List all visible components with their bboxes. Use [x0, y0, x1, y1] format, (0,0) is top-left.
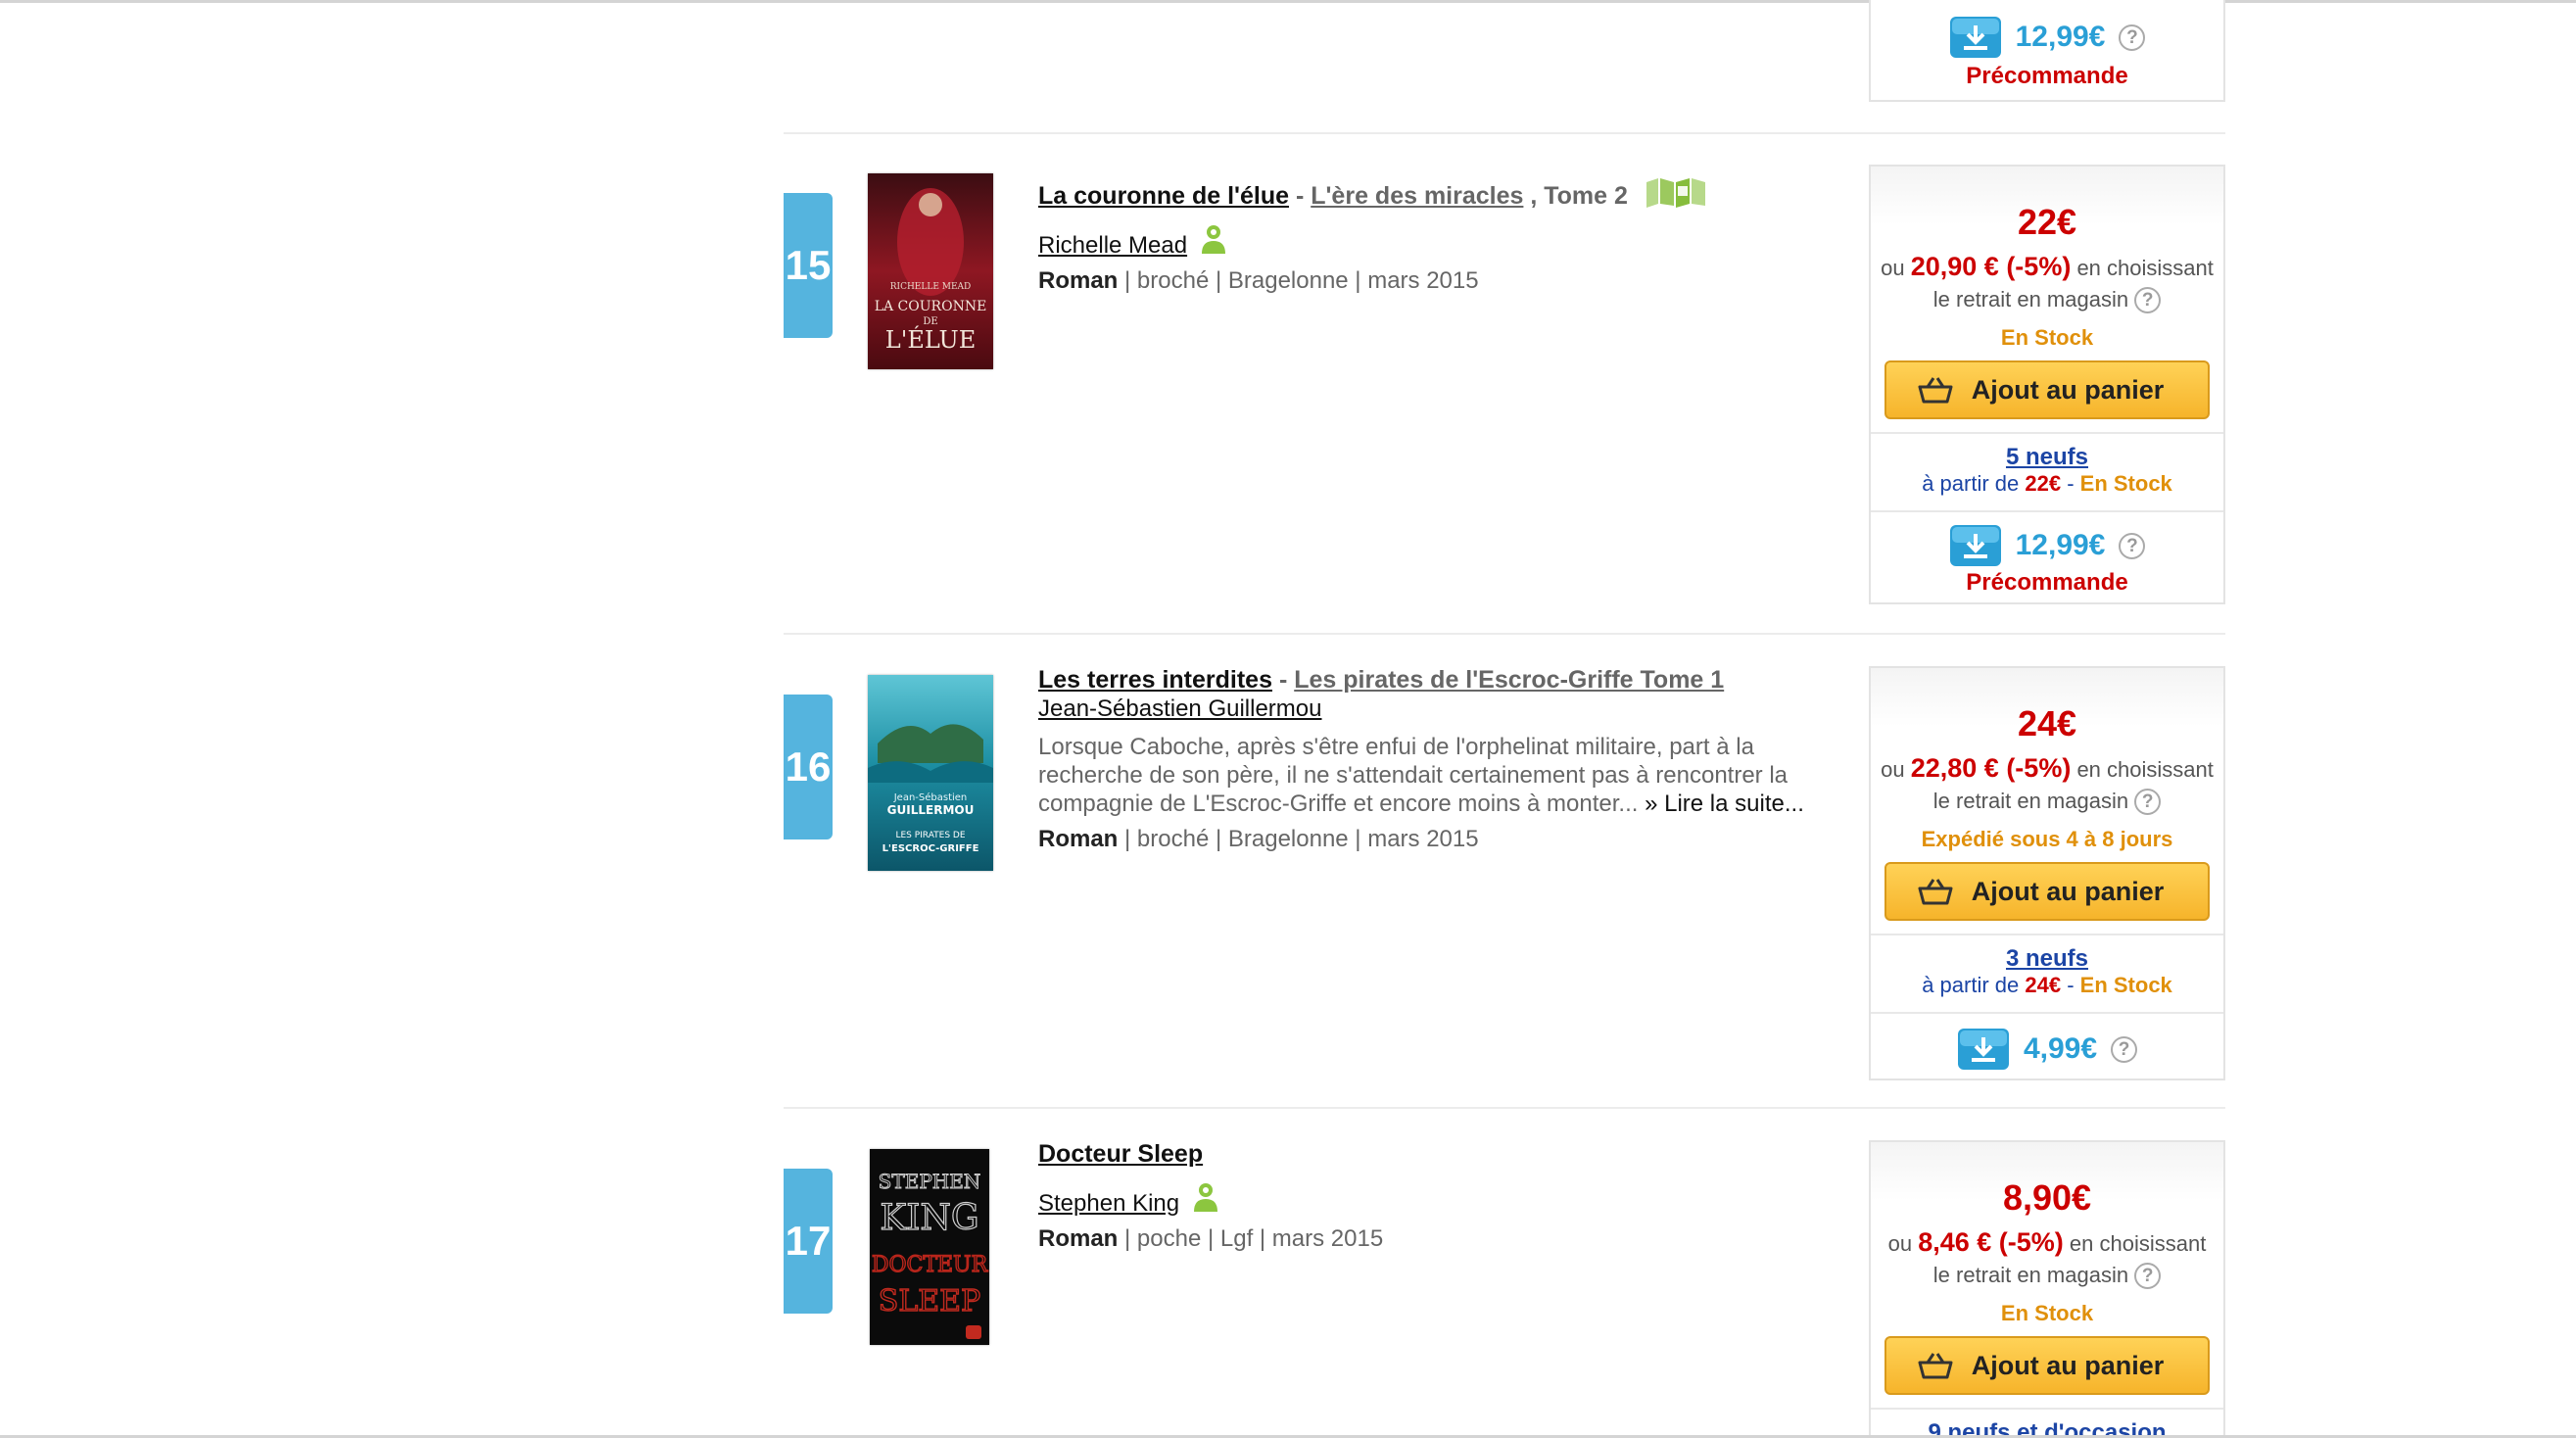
- ebook-section: 12,99€ ? Précommande: [1871, 510, 2223, 602]
- store-pickup-offer: ou 20,90 € (-5%) en choisissant le retra…: [1881, 252, 2214, 313]
- discount-price: 20,90 € (-5%): [1910, 252, 2072, 281]
- book-cover[interactable]: RICHELLE MEAD LA COURONNE DE L'ÉLUE: [868, 173, 993, 369]
- basket-icon: [1918, 377, 1953, 404]
- rank-badge: 16: [784, 695, 833, 839]
- help-icon[interactable]: ?: [2111, 1035, 2138, 1063]
- book-details: Roman | broché | Bragelonne | mars 2015: [1038, 267, 1802, 295]
- svg-text:L'ESCROC-GRIFFE: L'ESCROC-GRIFFE: [883, 843, 979, 854]
- book-info: Les terres interdites - Les pirates de l…: [1038, 664, 1822, 853]
- discount-price: 22,80 € (-5%): [1910, 753, 2072, 783]
- title-separator: -: [1289, 182, 1312, 210]
- item-separator: [784, 633, 2225, 635]
- help-icon[interactable]: ?: [2119, 24, 2146, 51]
- item-separator: [784, 132, 2225, 134]
- download-icon[interactable]: [1949, 16, 2002, 59]
- download-icon[interactable]: [1949, 524, 2002, 567]
- marketplace-offer: 5 neufs à partir de 22€ - En Stock: [1871, 432, 2223, 510]
- price: 24€: [2017, 703, 2077, 743]
- series-link[interactable]: Les pirates de l'Escroc-Griffe Tome 1: [1294, 666, 1724, 694]
- availability-label: En Stock: [2000, 325, 2094, 350]
- collection-badge-icon: [1646, 178, 1705, 208]
- from-price-text: à partir de 24€ - En Stock: [1922, 973, 2172, 997]
- from-price-text: à partir de 22€ - En Stock: [1922, 471, 2172, 496]
- rank-badge: 17: [784, 1169, 833, 1314]
- series-link[interactable]: L'ère des miracles: [1311, 182, 1523, 210]
- ebook-offer[interactable]: 4,99€ ?: [1871, 1028, 2223, 1071]
- author-link[interactable]: Jean-Sébastien Guillermou: [1038, 695, 1322, 723]
- book-title[interactable]: Les terres interdites: [1038, 666, 1272, 694]
- add-to-cart-button[interactable]: Ajout au panier: [1884, 862, 2210, 921]
- price: 22€: [2017, 202, 2077, 242]
- add-to-cart-button[interactable]: Ajout au panier: [1884, 360, 2210, 419]
- author-link[interactable]: Richelle Mead: [1038, 232, 1187, 260]
- author-link[interactable]: Stephen King: [1038, 1190, 1179, 1218]
- discount-price: 8,46 € (-5%): [1918, 1227, 2064, 1257]
- tome-label: , Tome 2: [1523, 182, 1628, 210]
- help-icon[interactable]: ?: [2134, 1263, 2162, 1289]
- ebook-offer[interactable]: 12,99€ ?: [1871, 524, 2223, 567]
- format-publisher-date: | poche | Lgf | mars 2015: [1118, 1225, 1384, 1252]
- help-icon[interactable]: ?: [2119, 532, 2146, 559]
- price: 8,90€: [2002, 1177, 2092, 1218]
- price-box: 24€ ou 22,80 € (-5%) en choisissant le r…: [1869, 666, 2225, 1080]
- svg-text:Jean-Sébastien: Jean-Sébastien: [893, 791, 968, 803]
- add-to-cart-button[interactable]: Ajout au panier: [1884, 1336, 2210, 1395]
- svg-text:SLEEP: SLEEP: [879, 1284, 980, 1318]
- book-details: Roman | poche | Lgf | mars 2015: [1038, 1225, 1802, 1253]
- preorder-label: Précommande: [1966, 63, 2128, 89]
- marketplace-offer: 3 neufs à partir de 24€ - En Stock: [1871, 934, 2223, 1012]
- new-offers-link[interactable]: 5 neufs: [1871, 444, 2223, 471]
- ebook-offer[interactable]: 12,99€ ?: [1871, 16, 2223, 59]
- genre-label: Roman: [1038, 826, 1119, 852]
- book-cover[interactable]: Jean-Sébastien GUILLERMOU LES PIRATES DE…: [868, 675, 993, 871]
- format-publisher-date: | broché | Bragelonne | mars 2015: [1118, 826, 1479, 852]
- svg-text:LA COURONNE: LA COURONNE: [875, 299, 987, 314]
- book-title[interactable]: La couronne de l'élue: [1038, 182, 1289, 210]
- ebook-price[interactable]: 12,99€: [2016, 21, 2106, 54]
- ebook-price[interactable]: 4,99€: [2024, 1032, 2097, 1066]
- book-title[interactable]: Docteur Sleep: [1038, 1140, 1203, 1168]
- download-icon[interactable]: [1957, 1028, 2010, 1071]
- availability-label: Expédié sous 4 à 8 jours: [1921, 827, 2173, 851]
- item-separator: [784, 1107, 2225, 1109]
- book-info: La couronne de l'élue - L'ère des miracl…: [1038, 176, 1802, 295]
- book-description: Lorsque Caboche, après s'être enfui de l…: [1038, 734, 1804, 817]
- read-more-link[interactable]: » Lire la suite...: [1638, 791, 1804, 817]
- preorder-label: Précommande: [1966, 569, 2128, 596]
- ebook-price[interactable]: 12,99€: [2016, 529, 2106, 562]
- store-pickup-offer: ou 8,46 € (-5%) en choisissant le retrai…: [1887, 1227, 2207, 1289]
- help-icon[interactable]: ?: [2134, 789, 2162, 815]
- svg-text:KING: KING: [880, 1198, 978, 1238]
- new-offers-link[interactable]: 3 neufs: [1871, 945, 2223, 973]
- marketplace-offer: 9 neufs et d'occasion: [1871, 1408, 2223, 1438]
- genre-label: Roman: [1038, 1225, 1119, 1252]
- svg-text:STEPHEN: STEPHEN: [879, 1170, 981, 1193]
- svg-text:LES PIRATES DE: LES PIRATES DE: [895, 831, 965, 840]
- svg-text:DOCTEUR: DOCTEUR: [872, 1253, 989, 1277]
- ebook-section: 4,99€ ?: [1871, 1012, 2223, 1078]
- genre-label: Roman: [1038, 267, 1119, 294]
- store-pickup-offer: ou 22,80 € (-5%) en choisissant le retra…: [1881, 753, 2214, 815]
- basket-icon: [1918, 879, 1953, 905]
- svg-text:RICHELLE MEAD: RICHELLE MEAD: [890, 282, 972, 292]
- book-details: Roman | broché | Bragelonne | mars 2015: [1038, 826, 1822, 853]
- svg-text:GUILLERMOU: GUILLERMOU: [887, 803, 975, 817]
- basket-icon: [1918, 1353, 1953, 1379]
- title-separator: -: [1272, 666, 1295, 694]
- book-info: Docteur Sleep Stephen King Roman | poche…: [1038, 1138, 1802, 1253]
- person-icon[interactable]: [1200, 223, 1227, 255]
- price-box: 22€ ou 20,90 € (-5%) en choisissant le r…: [1869, 165, 2225, 604]
- rank-badge: 15: [784, 193, 833, 338]
- book-cover[interactable]: STEPHEN KING DOCTEUR SLEEP: [870, 1149, 989, 1345]
- svg-text:L'ÉLUE: L'ÉLUE: [885, 325, 976, 354]
- help-icon[interactable]: ?: [2134, 287, 2162, 313]
- person-icon[interactable]: [1192, 1181, 1219, 1213]
- format-publisher-date: | broché | Bragelonne | mars 2015: [1118, 267, 1479, 294]
- price-box: 8,90€ ou 8,46 € (-5%) en choisissant le …: [1869, 1140, 2225, 1438]
- price-box-partial: 12,99€ ? Précommande: [1869, 0, 2225, 102]
- availability-label: En Stock: [2000, 1301, 2094, 1325]
